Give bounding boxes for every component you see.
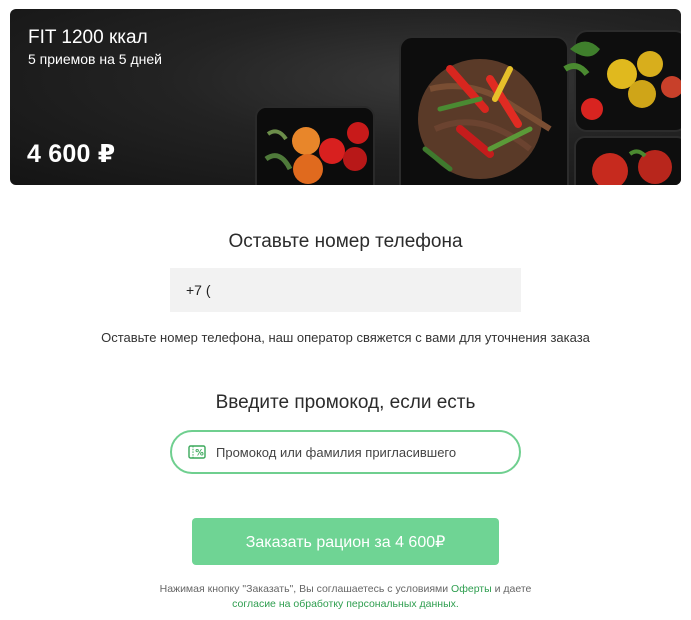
consent-link[interactable]: согласие на обработку персональных данны… [232,598,459,610]
phone-input[interactable] [170,268,521,312]
promo-heading: Введите промокод, если есть [215,392,476,413]
plan-price: 4 600 ₽ [27,140,116,168]
legal-notice: Нажимая кнопку "Заказать", Вы соглашаете… [0,582,691,612]
promo-field[interactable]: % [170,430,521,474]
legal-middle: и даете [491,583,532,595]
promo-input[interactable] [216,432,506,472]
plan-title: FIT 1200 ккал [28,27,148,48]
coupon-percent-icon: % [188,445,206,459]
order-button[interactable]: Заказать рацион за 4 600₽ [192,518,499,565]
svg-text:%: % [195,449,204,459]
offer-link[interactable]: Оферты [451,583,492,595]
plan-banner: FIT 1200 ккал 5 приемов на 5 дней 4 600 … [10,9,681,185]
plan-subtitle: 5 приемов на 5 дней [28,51,162,67]
phone-hint: Оставьте номер телефона, наш оператор св… [101,330,590,345]
legal-prefix: Нажимая кнопку "Заказать", Вы соглашаете… [159,583,452,595]
phone-heading: Оставьте номер телефона [228,231,463,252]
